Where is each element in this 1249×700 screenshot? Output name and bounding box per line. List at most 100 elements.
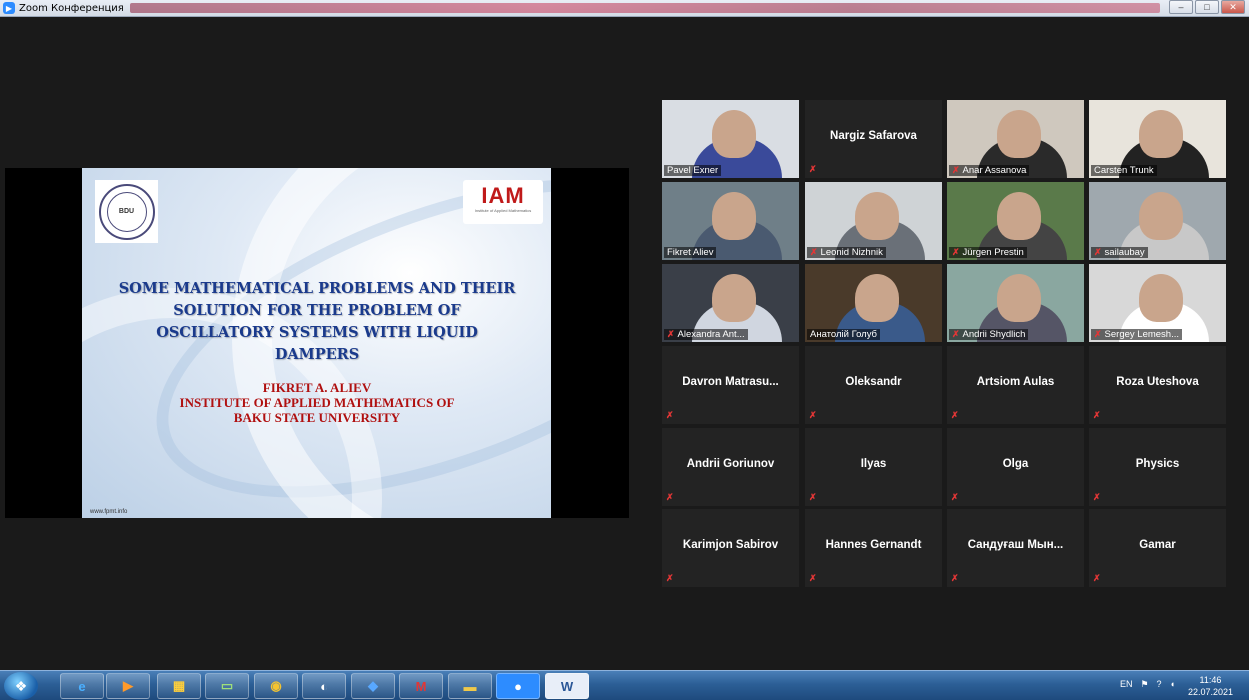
participant-name-label: Анатолій Голуб (807, 329, 881, 340)
muted-mic-icon: ✗ (809, 492, 817, 502)
word-icon[interactable]: W (545, 673, 589, 699)
participant-tile[interactable]: Сандуғаш Мын... ✗ (947, 509, 1084, 587)
participant-name: Ilyas (860, 458, 887, 470)
participant-tile[interactable]: Artsiom Aulas ✗ (947, 346, 1084, 424)
muted-mic-icon: ✗ (666, 573, 674, 583)
participant-tile[interactable]: ✗ sailaubay (1089, 182, 1226, 260)
apps-grid-icon[interactable]: ▦ (157, 673, 201, 699)
participant-tile[interactable]: ✗ Anar Assanova (947, 100, 1084, 178)
system-clock[interactable]: 11:46 22.07.2021 (1188, 674, 1233, 698)
flag-icon[interactable]: ⚑ (1140, 679, 1148, 690)
participant-tile[interactable]: Andrii Goriunov ✗ (662, 428, 799, 506)
participant-tile[interactable]: Gamar ✗ (1089, 509, 1226, 587)
folder-icon[interactable]: ▬ (448, 673, 492, 699)
muted-mic-icon: ✗ (810, 247, 818, 257)
participant-name-label: ✗ Andrii Shydlich (949, 329, 1029, 340)
participant-name: Davron Matrasu... (682, 376, 779, 388)
ie-icon[interactable]: e (60, 673, 104, 699)
monitor-icon[interactable]: ▭ (205, 673, 249, 699)
participant-tile[interactable]: Fikret Aliev (662, 182, 799, 260)
participant-tile[interactable]: Анатолій Голуб (805, 264, 942, 342)
participant-tile[interactable]: Ilyas ✗ (805, 428, 942, 506)
participant-name: Hannes Gernandt (825, 539, 922, 551)
slide-title: SOME MATHEMATICAL PROBLEMS AND THEIR SOL… (118, 280, 516, 363)
participant-tile[interactable]: Olga ✗ (947, 428, 1084, 506)
participant-tile[interactable]: Roza Uteshova ✗ (1089, 346, 1226, 424)
participant-tile[interactable]: ✗ Leonid Nizhnik (805, 182, 942, 260)
participant-name-label: ✗ Jürgen Prestin (949, 247, 1027, 258)
participant-name: Oleksandr (845, 376, 902, 388)
windows-taskbar: ❖ e ▶ ▦ ▭ ◉ ◐ ◆ M ▬ ● W EN ⚑ ? ◖ 11:46 2… (0, 670, 1249, 700)
media-player-icon[interactable]: ▶ (106, 673, 150, 699)
muted-mic-icon: ✗ (952, 247, 960, 257)
participant-name: Gamar (1139, 539, 1176, 551)
window-title: Zoom Конференция (19, 2, 124, 14)
muted-mic-icon: ✗ (667, 329, 675, 339)
participant-tile[interactable]: ✗ Sergey Lemesh... (1089, 264, 1226, 342)
help-icon[interactable]: ? (1157, 679, 1162, 690)
muted-mic-icon: ✗ (809, 573, 817, 583)
muted-mic-icon: ✗ (951, 573, 959, 583)
participant-name-label: ✗ Alexandra Ant... (664, 329, 748, 340)
participant-tile[interactable]: Pavel Exner (662, 100, 799, 178)
participant-name: Pavel Exner (667, 165, 719, 176)
participant-name-label: Carsten Trunk (1091, 165, 1157, 176)
participant-tile[interactable]: Carsten Trunk (1089, 100, 1226, 178)
minimize-button[interactable]: – (1169, 0, 1193, 14)
slide-url: www.fpmt.info (90, 509, 128, 515)
muted-mic-icon: ✗ (1093, 410, 1101, 420)
participant-name: Сандуғаш Мын... (967, 539, 1064, 551)
participant-name-label: ✗ Sergey Lemesh... (1091, 329, 1183, 340)
maximize-button[interactable]: □ (1195, 0, 1219, 14)
muted-mic-icon: ✗ (809, 164, 817, 174)
participant-name: Leonid Nizhnik (820, 247, 883, 258)
skype-icon[interactable]: ◐ (302, 673, 346, 699)
zoom-icon[interactable]: ● (496, 673, 540, 699)
system-tray: EN ⚑ ? ◖ (1120, 679, 1175, 690)
participant-name: Andrii Goriunov (686, 458, 775, 470)
slide-author: FIKRET A. ALIEV INSTITUTE OF APPLIED MAT… (179, 380, 455, 425)
participant-name-label: Pavel Exner (664, 165, 722, 176)
participant-name-label: ✗ Anar Assanova (949, 165, 1030, 176)
participant-tile[interactable]: Hannes Gernandt ✗ (805, 509, 942, 587)
zoom-app-icon: ▶ (3, 2, 15, 14)
chrome-icon[interactable]: ◉ (254, 673, 298, 699)
muted-mic-icon: ✗ (951, 410, 959, 420)
muted-mic-icon: ✗ (951, 492, 959, 502)
muted-mic-icon: ✗ (1093, 573, 1101, 583)
participant-name: Roza Uteshova (1116, 376, 1199, 388)
iam-logo: IAM Institute of Applied Mathematics (463, 180, 543, 224)
participant-tile[interactable]: ✗ Andrii Shydlich (947, 264, 1084, 342)
university-logo: BDU (95, 180, 158, 243)
muted-mic-icon: ✗ (952, 329, 960, 339)
participant-name: Анатолій Голуб (810, 329, 878, 340)
participant-tile[interactable]: Physics ✗ (1089, 428, 1226, 506)
participant-tile[interactable]: ✗ Alexandra Ant... (662, 264, 799, 342)
participant-tile[interactable]: ✗ Jürgen Prestin (947, 182, 1084, 260)
participant-name: Jürgen Prestin (962, 247, 1024, 258)
participant-name: Carsten Trunk (1094, 165, 1154, 176)
participant-name: sailaubay (1104, 247, 1145, 258)
participant-tile[interactable]: Oleksandr ✗ (805, 346, 942, 424)
muted-mic-icon: ✗ (1094, 329, 1102, 339)
mcafee-icon[interactable]: M (399, 673, 443, 699)
muted-mic-icon: ✗ (1093, 492, 1101, 502)
participant-name: Artsiom Aulas (976, 376, 1055, 388)
participant-name: Karimjon Sabirov (682, 539, 779, 551)
participant-name: Physics (1135, 458, 1180, 470)
participant-name: Olga (1002, 458, 1029, 470)
window-titlebar: ▶ Zoom Конференция – □ ✕ (0, 0, 1249, 17)
participant-tile[interactable]: Karimjon Sabirov ✗ (662, 509, 799, 587)
close-button[interactable]: ✕ (1221, 0, 1245, 14)
participant-name: Sergey Lemesh... (1104, 329, 1180, 340)
participant-name: Alexandra Ant... (677, 329, 745, 340)
language-indicator[interactable]: EN (1120, 679, 1133, 690)
volume-icon[interactable]: ◖ (1170, 679, 1175, 690)
muted-mic-icon: ✗ (666, 410, 674, 420)
start-button[interactable]: ❖ (4, 672, 38, 700)
participant-tile[interactable]: Davron Matrasu... ✗ (662, 346, 799, 424)
muted-mic-icon: ✗ (1094, 247, 1102, 257)
participant-name-label: ✗ Leonid Nizhnik (807, 247, 886, 258)
participant-tile[interactable]: Nargiz Safarova ✗ (805, 100, 942, 178)
dropbox-icon[interactable]: ◆ (351, 673, 395, 699)
